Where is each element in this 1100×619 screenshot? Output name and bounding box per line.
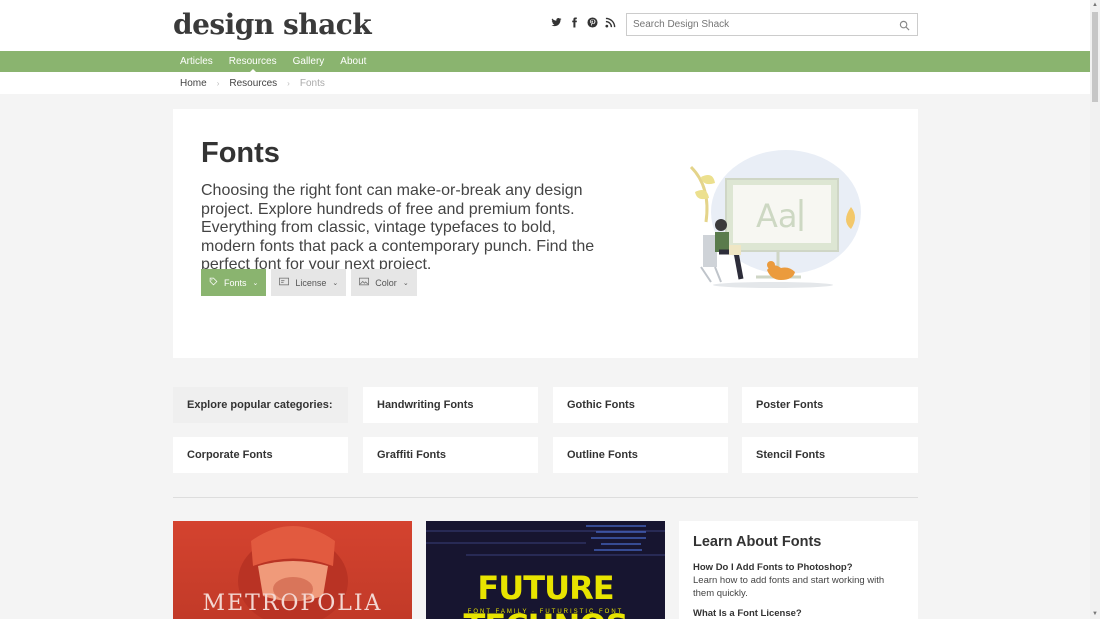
page-scrollbar[interactable]: ▲ ▼ [1090,0,1100,619]
breadcrumb-separator-icon: › [216,78,220,88]
scroll-thumb[interactable] [1092,12,1098,102]
scroll-down-icon[interactable]: ▼ [1092,611,1098,617]
breadcrumb-current: Fonts [299,77,325,89]
section-divider [173,497,918,498]
social-links [550,17,616,31]
learn-question-link[interactable]: How Do I Add Fonts to Photoshop? [693,562,904,573]
category-gothic-fonts[interactable]: Gothic Fonts [553,387,728,423]
breadcrumb-home[interactable]: Home [180,78,207,89]
search-icon[interactable] [899,18,911,31]
filter-color[interactable]: Color ⌄ [351,269,417,296]
pinterest-icon[interactable] [586,17,598,31]
filter-label: License [295,277,327,288]
site-header: design shack [0,0,1090,51]
font-card-future-technos[interactable]: FUTURE TECHNOS FONT FAMILY · FUTURISTIC … [426,521,665,619]
chevron-down-icon: ⌄ [252,279,259,287]
scroll-up-icon[interactable]: ▲ [1092,2,1098,8]
search-box [626,13,918,36]
learn-title: Learn About Fonts [693,534,822,550]
fonts-illustration: Aa [689,150,861,288]
search-input[interactable] [627,14,887,35]
learn-question-link[interactable]: What Is a Font License? [693,608,904,619]
hero-panel: Fonts Choosing the right font can make-o… [173,109,918,358]
card-title: METROPOLIA [202,591,383,616]
nav-item-resources[interactable]: Resources [222,51,284,72]
filter-bar: Fonts ⌄ License ⌄ Color ⌄ [201,269,417,296]
nav-item-articles[interactable]: Articles [173,51,220,72]
learn-about-fonts: Learn About Fonts How Do I Add Fonts to … [679,521,918,619]
chevron-down-icon: ⌄ [402,279,409,287]
rss-icon[interactable] [604,17,616,31]
breadcrumb-resources[interactable]: Resources [229,78,277,89]
filter-label: Color [375,277,397,288]
category-corporate-fonts[interactable]: Corporate Fonts [173,437,348,473]
svg-text:Aa: Aa [756,197,798,235]
category-outline-fonts[interactable]: Outline Fonts [553,437,728,473]
filter-license[interactable]: License ⌄ [271,269,347,296]
twitter-icon[interactable] [550,17,562,31]
site-logo[interactable]: design shack [173,8,372,41]
page-description: Choosing the right font can make-or-brea… [201,182,595,273]
category-stencil-fonts[interactable]: Stencil Fonts [742,437,918,473]
breadcrumb-separator-icon: › [287,78,290,88]
category-poster-fonts[interactable]: Poster Fonts [742,387,918,423]
filter-fonts[interactable]: Fonts ⌄ [201,269,267,296]
breadcrumb: Home › Resources › Fonts [180,72,325,94]
license-icon [279,277,290,288]
nav-item-gallery[interactable]: Gallery [286,51,332,72]
chevron-down-icon: ⌄ [332,279,339,287]
filter-label: Fonts [224,277,247,288]
category-graffiti-fonts[interactable]: Graffiti Fonts [363,437,538,473]
nav-item-about[interactable]: About [333,51,373,72]
main-nav: Articles Resources Gallery About [0,51,1090,72]
facebook-icon[interactable] [568,17,580,31]
breadcrumb-bar: Home › Resources › Fonts [0,72,1090,94]
font-card-metropolia[interactable]: METROPOLIA [173,521,412,619]
category-handwriting-fonts[interactable]: Handwriting Fonts [363,387,538,423]
image-icon [359,277,370,288]
card-subtitle: FONT FAMILY · FUTURISTIC FONT [467,609,624,615]
page-title: Fonts [201,137,280,169]
tag-icon [209,277,218,288]
learn-answer: Learn how to add fonts and start working… [693,575,885,599]
categories-label: Explore popular categories: [173,387,348,423]
